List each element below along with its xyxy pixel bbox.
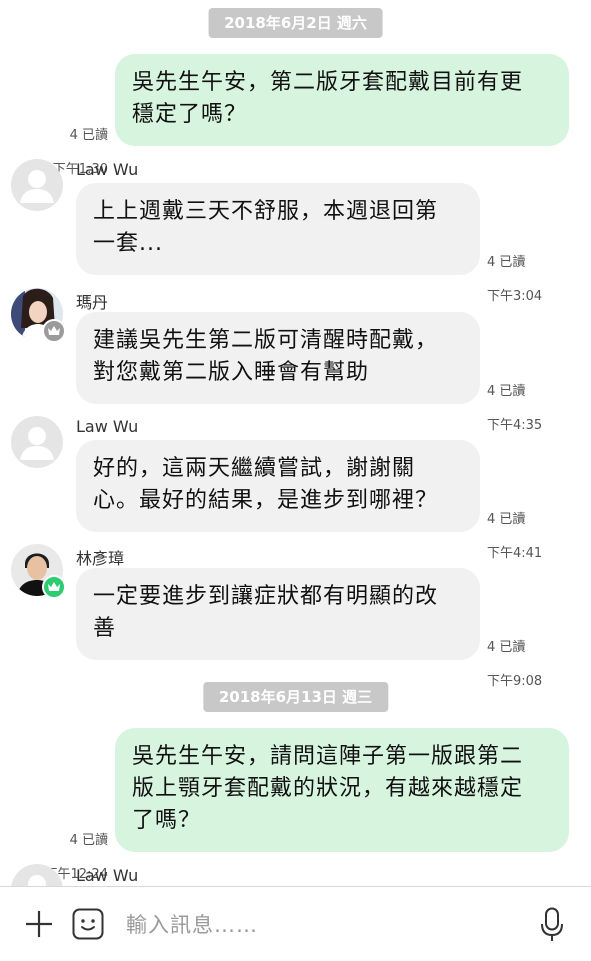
avatar[interactable] [11, 416, 63, 468]
sender-name: Law Wu [76, 417, 139, 436]
message-time: 下午9:08 [487, 674, 543, 689]
sender-name: 林彥璋 [76, 549, 125, 568]
incoming-message[interactable]: 一定要進步到讓症狀都有明顯的改 善 [76, 568, 480, 660]
outgoing-message[interactable]: 吳先生午安，請問這陣子第一版跟第二 版上顎牙套配戴的狀況，有越來越穩定 了嗎？ [115, 728, 569, 852]
sticker-icon[interactable] [72, 908, 104, 940]
read-receipt: 4 已讀 [487, 640, 526, 655]
avatar[interactable] [11, 544, 66, 599]
outgoing-message[interactable]: 吳先生午安，第二版牙套配戴目前有更 穩定了嗎？ [115, 54, 569, 146]
crown-badge-icon [42, 319, 66, 343]
message-meta: 4 已讀 下午4:35 [487, 366, 542, 451]
default-avatar-icon [11, 159, 63, 211]
date-separator: 2018年6月13日 週三 [202, 682, 389, 712]
default-avatar-icon [11, 864, 63, 886]
read-receipt: 4 已讀 [69, 128, 108, 143]
message-time: 下午4:35 [487, 418, 543, 433]
sender-name: 瑪丹 [76, 293, 109, 312]
message-input-bar [0, 886, 591, 961]
message-input[interactable] [124, 906, 508, 944]
message-meta: 4 已讀 下午4:41 [487, 494, 542, 579]
read-receipt: 4 已讀 [487, 255, 526, 270]
message-meta: 4 已讀 下午3:04 [487, 237, 542, 322]
read-receipt: 4 已讀 [487, 512, 526, 527]
date-separator: 2018年6月2日 週六 [208, 8, 383, 38]
incoming-message[interactable]: 上上週戴三天不舒服，本週退回第 一套... [76, 183, 480, 275]
avatar[interactable] [11, 159, 63, 211]
message-time: 下午3:04 [487, 289, 543, 304]
message-time: 下午4:41 [487, 546, 543, 561]
chat-area[interactable]: 2018年6月2日 週六 4 已讀 下午1:30 吳先生午安，第二版牙套配戴目前… [0, 0, 591, 886]
avatar[interactable] [11, 288, 66, 343]
incoming-message[interactable]: 好的，這兩天繼續嘗試，謝謝關 心。最好的結果，是進步到哪裡？ [76, 440, 480, 532]
sender-name: Law Wu [76, 866, 139, 885]
default-avatar-icon [11, 416, 63, 468]
avatar[interactable] [11, 864, 63, 886]
crown-badge-icon [42, 575, 66, 599]
incoming-message[interactable]: 建議吳先生第二版可清醒時配戴， 對您戴第二版入睡會有幫助 [76, 312, 480, 404]
microphone-icon[interactable] [540, 907, 564, 943]
plus-icon[interactable] [24, 909, 54, 939]
sender-name: Law Wu [76, 160, 139, 179]
read-receipt: 4 已讀 [487, 384, 526, 399]
read-receipt: 4 已讀 [69, 833, 108, 848]
message-meta: 4 已讀 下午9:08 [487, 622, 542, 707]
